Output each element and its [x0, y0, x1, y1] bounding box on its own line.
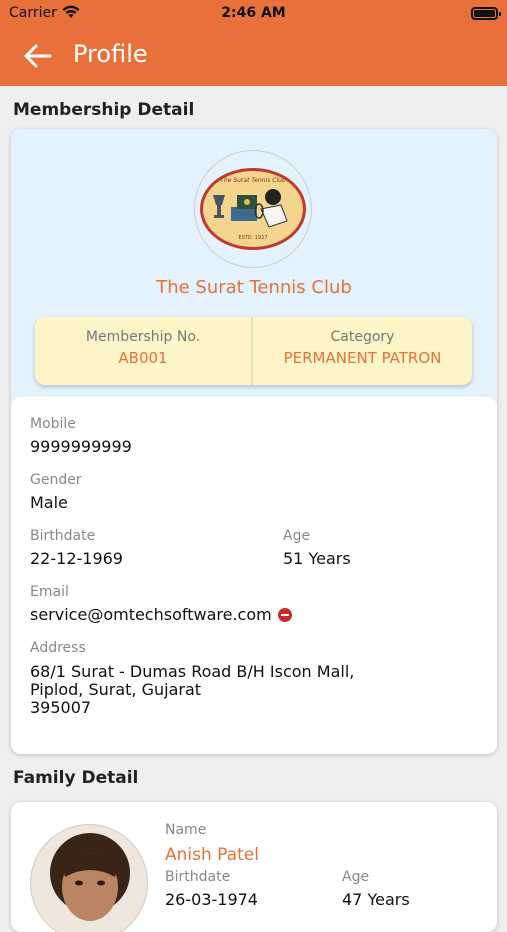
status-bar: Carrier 2:46 AM: [0, 0, 507, 28]
membership-details: Mobile 9999999999 Gender Male Birthdate …: [11, 397, 497, 754]
membership-card-header: The Surat Tennis Club ESTD. 1927 The Sur…: [11, 129, 497, 414]
person-photo-icon: [31, 825, 147, 932]
family-section-title: Family Detail: [13, 768, 139, 788]
club-logo-emblem: The Surat Tennis Club ESTD. 1927: [200, 168, 306, 250]
club-logo: The Surat Tennis Club ESTD. 1927: [194, 150, 312, 268]
club-logo-top-text: The Surat Tennis Club: [220, 177, 286, 184]
category-label: Category: [330, 329, 395, 345]
family-birthdate-value: 26-03-1974: [165, 890, 258, 909]
membership-badge: Membership No. AB001 Category PERMANENT …: [35, 317, 472, 385]
email-row: service@omtechsoftware.com: [30, 606, 292, 624]
address-line-2: Piplod, Surat, Gujarat: [30, 680, 202, 699]
birthdate-value: 22-12-1969: [30, 549, 123, 568]
family-member-card[interactable]: Name Anish Patel Birthdate 26-03-1974 Ag…: [11, 802, 497, 932]
family-age-label: Age: [342, 869, 370, 885]
battery-icon: [471, 7, 501, 20]
family-name-label: Name: [165, 822, 207, 838]
email-label: Email: [30, 584, 69, 600]
back-arrow-icon[interactable]: [22, 42, 54, 70]
membership-no-column: Membership No. AB001: [35, 317, 251, 385]
gender-label: Gender: [30, 472, 82, 488]
family-name-value: Anish Patel: [165, 845, 259, 865]
mobile-value: 9999999999: [30, 437, 132, 456]
membership-card: The Surat Tennis Club ESTD. 1927 The Sur…: [11, 129, 497, 754]
age-value: 51 Years: [283, 549, 351, 568]
mobile-label: Mobile: [30, 416, 76, 432]
membership-section-title: Membership Detail: [13, 100, 195, 120]
family-birthdate-label: Birthdate: [165, 869, 231, 885]
page-title: Profile: [73, 40, 148, 68]
remove-circle-icon[interactable]: [277, 608, 292, 622]
membership-no-label: Membership No.: [85, 329, 201, 345]
clock: 2:46 AM: [221, 5, 286, 21]
membership-no-value: AB001: [118, 349, 168, 367]
address-label: Address: [30, 640, 86, 656]
nav-bar: Profile: [0, 28, 507, 86]
birthdate-label: Birthdate: [30, 528, 96, 544]
club-logo-bottom-text: ESTD. 1927: [238, 235, 268, 241]
email-value[interactable]: service@omtechsoftware.com: [30, 605, 272, 624]
tennis-player-icon: [213, 189, 288, 228]
family-member-avatar: [30, 824, 148, 932]
gender-value: Male: [30, 493, 68, 512]
address-line-3: 395007: [30, 698, 92, 717]
club-name: The Surat Tennis Club: [156, 277, 352, 298]
category-value: PERMANENT PATRON: [283, 349, 442, 367]
address-line-1: 68/1 Surat - Dumas Road B/H Iscon Mall,: [30, 662, 355, 681]
category-column: Category PERMANENT PATRON: [253, 317, 472, 385]
family-age-value: 47 Years: [342, 890, 410, 909]
age-label: Age: [283, 528, 311, 544]
